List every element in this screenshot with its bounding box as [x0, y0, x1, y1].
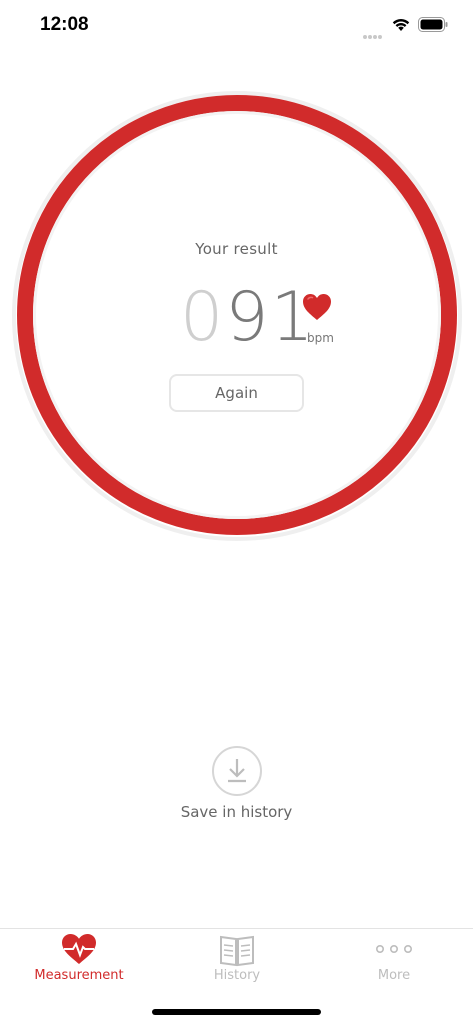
- status-bar: 12:08: [0, 0, 473, 50]
- tab-measurement[interactable]: Measurement: [0, 929, 158, 991]
- heart-icon: [303, 294, 331, 320]
- save-in-history-label[interactable]: Save in history: [0, 803, 473, 821]
- battery-icon: [418, 17, 448, 32]
- tab-measurement-label: Measurement: [34, 968, 124, 983]
- book-icon: [220, 935, 254, 967]
- save-in-history-button[interactable]: [212, 746, 262, 796]
- bpm-leading-digit: 0: [180, 278, 226, 357]
- download-icon: [228, 759, 246, 783]
- bpm-readout: 091: [180, 278, 316, 358]
- again-button[interactable]: Again: [169, 374, 304, 412]
- home-indicator[interactable]: [152, 1009, 321, 1015]
- bpm-unit: bpm: [307, 331, 334, 345]
- tab-bar: Measurement History More: [0, 928, 473, 1024]
- heart-pulse-icon: [62, 934, 96, 964]
- wifi-icon: [392, 19, 410, 31]
- result-label: Your result: [195, 240, 278, 258]
- status-time: 12:08: [40, 14, 89, 35]
- cellular-signal-icon: [363, 24, 385, 39]
- tab-history-label: History: [213, 968, 261, 983]
- tab-history[interactable]: History: [158, 929, 316, 991]
- tab-more[interactable]: More: [315, 929, 473, 991]
- tab-more-label: More: [377, 968, 411, 983]
- more-dots-icon: [375, 945, 412, 954]
